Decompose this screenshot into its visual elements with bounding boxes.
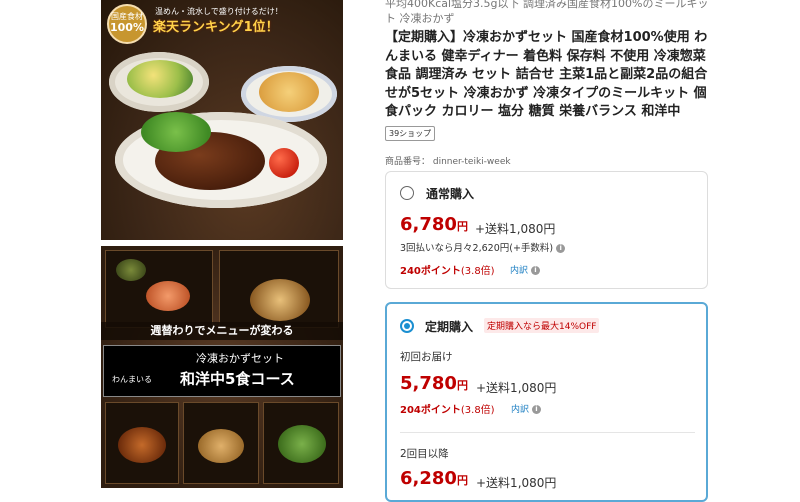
- item-number: 商品番号： dinner-teiki-week: [385, 157, 511, 167]
- normal-purchase-option[interactable]: 通常購入 6,780円 +送料1,080円 3回払いなら月々2,620円(+手数…: [385, 171, 708, 289]
- points-value: 204ポイント: [400, 405, 461, 416]
- normal-price-value: 6,780: [400, 214, 457, 235]
- first-shipping: +送料1,080円: [476, 381, 557, 395]
- course-line1: 冷凍おかずセット: [196, 352, 284, 365]
- shop-tag-badge: 39ショップ: [385, 126, 436, 141]
- badge-percent: 100%: [110, 21, 144, 34]
- dish: [118, 427, 166, 463]
- yen-unit: 円: [456, 220, 468, 233]
- weekly-menu-banner: 週替わりでメニューが変わる: [101, 322, 343, 340]
- salad-food: [127, 60, 193, 98]
- divider: [400, 432, 695, 433]
- bento-top-right: [219, 250, 339, 328]
- dish: [146, 281, 190, 311]
- second-shipping: +送料1,080円: [476, 476, 557, 490]
- normal-price: 6,780円: [400, 214, 468, 235]
- bento-bottom-2: [183, 402, 259, 484]
- product-image-main[interactable]: 国産食材 100% 温めん・流水しで盛り付けるだけ！ 楽天ランキング1位！: [101, 0, 343, 240]
- bento-bottom-3: [263, 402, 339, 484]
- first-price: 5,780円: [400, 373, 468, 394]
- first-points: 204ポイント(3.8倍): [400, 401, 495, 416]
- normal-purchase-label: 通常購入: [426, 187, 475, 201]
- bento-bottom-1: [105, 402, 179, 484]
- discount-badge: 定期購入なら最大14%OFF: [484, 318, 600, 333]
- course-line2: 和洋中5食コース: [180, 370, 295, 388]
- course-title-box: わんまいる 冷凍おかずセット 和洋中5食コース: [103, 345, 341, 397]
- product-subtitle: 平均400Kcal塩分3.5g以下 調理済み国産食材100%のミールキット 冷凍…: [385, 0, 709, 25]
- subscription-label: 定期購入: [425, 320, 474, 334]
- dish: [116, 259, 146, 281]
- points-breakdown-link[interactable]: 内訳 i: [510, 263, 540, 276]
- yen-unit: 円: [456, 379, 468, 392]
- normal-points: 240ポイント(3.8倍): [400, 262, 495, 277]
- ranking-promo: 楽天ランキング1位！: [153, 20, 279, 35]
- info-icon: i: [531, 405, 541, 414]
- dish: [250, 279, 310, 321]
- product-title: 【定期購入】冷凍おかずセット 国産食材100%使用 わんまいる 健幸ディナー 着…: [385, 30, 708, 119]
- info-icon[interactable]: i: [556, 244, 566, 253]
- breakdown-label: 内訳: [510, 266, 529, 276]
- yen-unit: 円: [456, 474, 468, 487]
- dish: [198, 429, 244, 463]
- potato-food: [259, 72, 319, 112]
- installment-value: 3回払いなら月々2,620円(+手数料): [400, 243, 554, 254]
- dish: [278, 425, 326, 463]
- greens: [141, 112, 211, 152]
- subscription-purchase-option[interactable]: 定期購入 定期購入なら最大14%OFF 初回お届け 5,780円 +送料1,08…: [385, 302, 708, 502]
- first-delivery-label: 初回お届け: [400, 351, 453, 363]
- brand-logo: わんまいる: [112, 375, 152, 384]
- tomato: [269, 148, 299, 178]
- points-rate: (3.8倍): [460, 266, 495, 277]
- info-icon: i: [530, 266, 540, 275]
- second-price: 6,280円: [400, 468, 468, 489]
- installment-text: 3回払いなら月々2,620円(+手数料) i: [400, 240, 566, 254]
- points-value: 240ポイント: [400, 266, 461, 277]
- first-price-value: 5,780: [400, 373, 457, 394]
- points-breakdown-link[interactable]: 内訳 i: [511, 402, 541, 415]
- normal-purchase-radio[interactable]: [400, 186, 414, 200]
- bento-top-left: [105, 250, 213, 328]
- second-price-value: 6,280: [400, 468, 457, 489]
- points-rate: (3.8倍): [460, 405, 495, 416]
- product-image-course[interactable]: 週替わりでメニューが変わる わんまいる 冷凍おかずセット 和洋中5食コース: [101, 246, 343, 488]
- subscription-radio[interactable]: [400, 319, 414, 333]
- breakdown-label: 内訳: [511, 405, 530, 415]
- normal-shipping: +送料1,080円: [475, 222, 556, 236]
- second-delivery-label: 2回目以降: [400, 448, 449, 460]
- domestic-100-badge: 国産食材 100%: [107, 4, 147, 44]
